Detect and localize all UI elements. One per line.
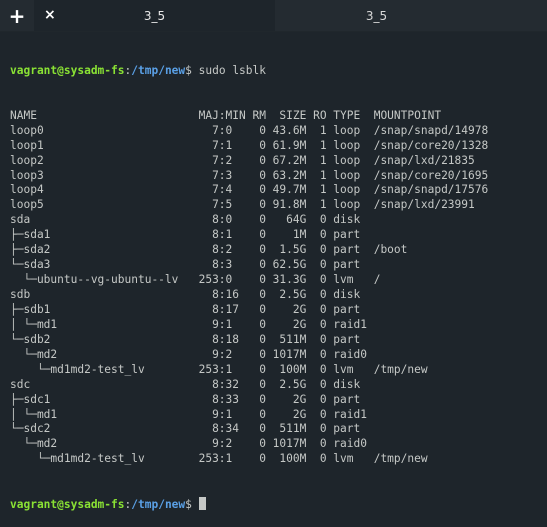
tab-label: 3_5 [365, 8, 388, 23]
text-cursor [198, 497, 206, 511]
tab-active[interactable]: × 3_5 [34, 0, 275, 31]
output-row: ├─sdb1 8:17 0 2G 0 part [10, 302, 361, 316]
output-row: ├─sda1 8:1 0 1M 0 part [10, 228, 361, 242]
output-row: └─sdc2 8:34 0 511M 0 part [10, 422, 361, 436]
output-row: sdb 8:16 0 2.5G 0 disk [10, 288, 361, 301]
new-tab-icon[interactable]: + [5, 4, 29, 28]
output-row: loop2 7:2 0 67.2M 1 loop /snap/lxd/21835 [10, 153, 475, 167]
output-row: loop3 7:3 0 63.2M 1 loop /snap/core20/16… [10, 168, 489, 182]
prompt-line-current: vagrant@sysadm-fs:/tmp/new$ [10, 497, 544, 512]
output-row: loop4 7:4 0 49.7M 1 loop /snap/snapd/175… [10, 183, 489, 197]
output-row: loop0 7:0 0 43.6M 1 loop /snap/snapd/149… [10, 123, 489, 137]
output-row: │ └─md1 9:1 0 2G 0 raid1 [10, 317, 367, 331]
prompt-line: vagrant@sysadm-fs:/tmp/new$ sudo lsblk [10, 64, 544, 79]
prompt-dollar: $ [185, 63, 192, 77]
prompt-path: /tmp/new [131, 63, 186, 77]
output-row: └─md2 9:2 0 1017M 0 raid0 [10, 437, 367, 451]
output-row: └─ubuntu--vg-ubuntu--lv 253:0 0 31.3G 0 … [10, 273, 381, 287]
prompt-user-host: vagrant@sysadm-fs [10, 498, 125, 512]
output-row: sdc 8:32 0 2.5G 0 disk [10, 377, 361, 391]
output-row: loop5 7:5 0 91.8M 1 loop /snap/lxd/23991 [10, 198, 475, 212]
tab-inactive[interactable]: 3_5 [276, 0, 477, 31]
tab-label: 3_5 [143, 8, 166, 23]
output-row: └─md1md2-test_lv 253:1 0 100M 0 lvm /tmp… [10, 362, 428, 376]
output-row: └─sdb2 8:18 0 511M 0 part [10, 332, 361, 346]
output-row: │ └─md1 9:1 0 2G 0 raid1 [10, 407, 367, 421]
output-row: └─sda3 8:3 0 62.5G 0 part [10, 258, 361, 272]
tab-bar: + × 3_5 3_5 [0, 0, 547, 32]
command-text: sudo lsblk [191, 63, 266, 77]
close-icon[interactable]: × [44, 7, 56, 23]
output-row: loop1 7:1 0 61.9M 1 loop /snap/core20/13… [10, 138, 489, 152]
output-row: └─md1md2-test_lv 253:1 0 100M 0 lvm /tmp… [10, 452, 428, 466]
output-row: ├─sdc1 8:33 0 2G 0 part [10, 392, 361, 406]
output-row: └─md2 9:2 0 1017M 0 raid0 [10, 347, 367, 361]
prompt-separator: : [124, 498, 132, 512]
lsblk-output: NAME MAJ:MIN RM SIZE RO TYPE MOUNTPOINT l… [10, 109, 544, 468]
output-header-row: NAME MAJ:MIN RM SIZE RO TYPE MOUNTPOINT [10, 108, 442, 122]
output-row: ├─sda2 8:2 0 1.5G 0 part /boot [10, 243, 408, 257]
output-row: sda 8:0 0 64G 0 disk [10, 213, 361, 227]
prompt-user-host: vagrant@sysadm-fs [10, 63, 125, 77]
terminal-output[interactable]: vagrant@sysadm-fs:/tmp/new$ sudo lsblk N… [10, 34, 544, 527]
prompt-dollar: $ [185, 498, 192, 512]
prompt-path: /tmp/new [131, 498, 186, 512]
